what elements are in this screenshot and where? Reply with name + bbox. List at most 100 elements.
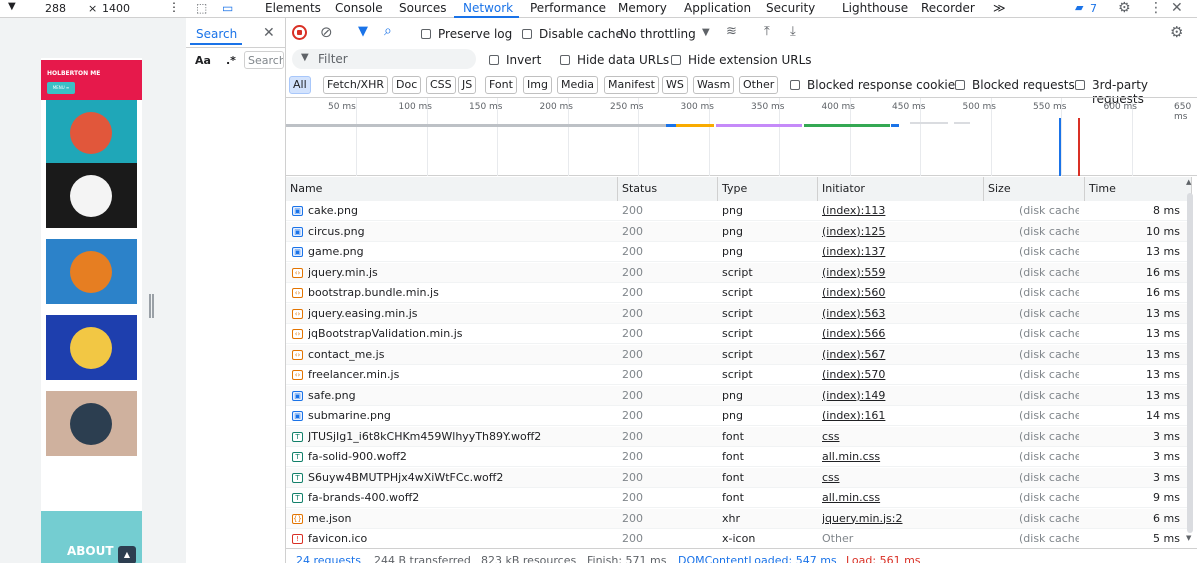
tile-game[interactable] bbox=[46, 239, 137, 304]
request-row[interactable]: ▣ safe.png 200 png (index):149 (disk cache) 13… bbox=[286, 385, 1192, 406]
cell-initiator[interactable]: (index):567 bbox=[822, 345, 978, 365]
tab-network[interactable]: Network bbox=[463, 1, 513, 15]
cell-name[interactable]: jquery.easing.min.js bbox=[308, 304, 608, 324]
cell-initiator[interactable]: (index):566 bbox=[822, 324, 978, 344]
scroll-top-button[interactable]: ▲ bbox=[118, 546, 136, 563]
scroll-down-icon[interactable]: ▼ bbox=[1186, 534, 1191, 542]
tab-application[interactable]: Application bbox=[684, 1, 751, 15]
cell-name[interactable]: cake.png bbox=[308, 201, 608, 221]
network-settings-icon[interactable]: ⚙ bbox=[1170, 23, 1183, 41]
kebab-icon[interactable]: ⋮ bbox=[1149, 0, 1163, 16]
request-row[interactable]: T JTUSjIg1_i6t8kCHKm459WlhyyTh89Y.woff2 20… bbox=[286, 426, 1192, 447]
table-scrollbar[interactable]: ▲ ▼ bbox=[1186, 178, 1194, 543]
cell-initiator[interactable]: (index):113 bbox=[822, 201, 978, 221]
filter-icon[interactable]: ▼ bbox=[358, 24, 368, 39]
type-filter-other[interactable]: Other bbox=[739, 76, 779, 94]
request-row[interactable]: Tfa-solid-900.woff2 200 font all.min.css (di… bbox=[286, 447, 1192, 467]
clear-icon[interactable]: ⊘ bbox=[320, 23, 333, 41]
cell-initiator[interactable]: all.min.css bbox=[822, 447, 978, 467]
cell-name[interactable]: fa-solid-900.woff2 bbox=[308, 447, 608, 467]
type-filter-img[interactable]: Img bbox=[523, 76, 552, 94]
request-row[interactable]: ‹› freelancer.min.js 200 script (index):570 (… bbox=[286, 365, 1192, 385]
cell-name[interactable]: favicon.ico bbox=[308, 529, 608, 548]
preserve-log-checkbox[interactable] bbox=[421, 29, 431, 39]
col-header-initiator[interactable]: Initiator bbox=[818, 177, 984, 201]
cell-name[interactable]: jqBootstrapValidation.min.js bbox=[308, 324, 608, 344]
type-filter-js[interactable]: JS bbox=[458, 76, 477, 94]
col-header-status[interactable]: Status bbox=[618, 177, 718, 201]
cell-initiator[interactable]: (index):161 bbox=[822, 406, 978, 426]
request-row[interactable]: ▣ submarine.png 200 png (index):161 (disk cac… bbox=[286, 406, 1192, 426]
request-row[interactable]: ‹› jquery.min.js 200 script (index):559 (disk… bbox=[286, 262, 1192, 283]
close-devtools-icon[interactable]: ✕ bbox=[1171, 0, 1183, 16]
device-toggle-icon[interactable]: ▭ bbox=[222, 1, 233, 15]
cell-name[interactable]: game.png bbox=[308, 242, 608, 262]
more-icon[interactable]: ⋮ bbox=[168, 0, 180, 14]
third-party-requests-checkbox[interactable] bbox=[1075, 80, 1085, 90]
cell-initiator[interactable]: (index):125 bbox=[822, 222, 978, 242]
search-pane-title[interactable]: Search bbox=[196, 27, 237, 41]
scrollbar-thumb[interactable] bbox=[1187, 193, 1193, 533]
cell-name[interactable]: JTUSjIg1_i6t8kCHKm459WlhyyTh89Y.woff2 bbox=[308, 427, 608, 447]
filter-input[interactable]: ▼ Filter bbox=[292, 49, 476, 69]
more-tabs-icon[interactable]: ≫ bbox=[993, 1, 1006, 15]
disable-cache-checkbox[interactable] bbox=[522, 29, 532, 39]
type-filter-ws[interactable]: WS bbox=[662, 76, 688, 94]
inspect-icon[interactable]: ⬚ bbox=[196, 1, 207, 15]
cell-initiator[interactable]: css bbox=[822, 427, 978, 447]
timeline-overview[interactable]: 50 ms 100 ms 150 ms 200 ms 250 ms 300 ms 350 m… bbox=[286, 97, 1197, 176]
tab-security[interactable]: Security bbox=[766, 1, 815, 15]
type-filter-doc[interactable]: Doc bbox=[392, 76, 422, 94]
upload-icon[interactable]: ⤒ bbox=[764, 24, 770, 39]
scroll-up-icon[interactable]: ▲ bbox=[1186, 178, 1191, 186]
col-header-type[interactable]: Type bbox=[718, 177, 818, 201]
cell-name[interactable]: circus.png bbox=[308, 222, 608, 242]
request-row[interactable]: ▣ cake.png 200 png (index):113 (disk cache) 8 … bbox=[286, 201, 1192, 221]
record-button[interactable] bbox=[292, 25, 307, 40]
cell-name[interactable]: bootstrap.bundle.min.js bbox=[308, 283, 608, 303]
request-row[interactable]: ▣ game.png 200 png (index):137 (disk cache) 13… bbox=[286, 242, 1192, 262]
cell-initiator[interactable]: (index):137 bbox=[822, 242, 978, 262]
match-case-toggle[interactable]: Aa bbox=[195, 54, 211, 67]
cell-initiator[interactable]: (index):570 bbox=[822, 365, 978, 385]
regex-toggle[interactable]: .* bbox=[226, 54, 236, 67]
cell-name[interactable]: safe.png bbox=[308, 386, 608, 406]
chevron-down-icon[interactable]: ▼ bbox=[702, 27, 710, 38]
download-icon[interactable]: ⤓ bbox=[790, 24, 796, 39]
blocked-response-cookies-checkbox[interactable] bbox=[790, 80, 800, 90]
tab-sources[interactable]: Sources bbox=[399, 1, 446, 15]
device-width-input[interactable]: 288 bbox=[45, 2, 66, 15]
cell-name[interactable]: contact_me.js bbox=[308, 345, 608, 365]
cell-initiator[interactable]: all.min.css bbox=[822, 488, 978, 508]
type-filter-css[interactable]: CSS bbox=[426, 76, 456, 94]
tile-circus[interactable] bbox=[46, 163, 137, 228]
cell-initiator[interactable]: (index):149 bbox=[822, 386, 978, 406]
cell-name[interactable]: fa-brands-400.woff2 bbox=[308, 488, 608, 508]
request-row[interactable]: ! favicon.ico 200 x-icon Other (disk cache) 5 … bbox=[286, 529, 1192, 548]
request-row[interactable]: ▣ circus.png 200 png (index):125 (disk cache)… bbox=[286, 221, 1192, 242]
cell-name[interactable]: submarine.png bbox=[308, 406, 608, 426]
cell-initiator[interactable]: css bbox=[822, 468, 978, 488]
tab-performance[interactable]: Performance bbox=[530, 1, 606, 15]
request-row[interactable]: ‹› contact_me.js 200 script (index):567 (disk… bbox=[286, 344, 1192, 365]
device-height-input[interactable]: 1400 bbox=[102, 2, 130, 15]
invert-checkbox[interactable] bbox=[489, 55, 499, 65]
tile-safe[interactable] bbox=[46, 315, 137, 380]
type-filter-fetch-xhr[interactable]: Fetch/XHR bbox=[323, 76, 388, 94]
cell-name[interactable]: me.json bbox=[308, 509, 608, 529]
throttling-select[interactable]: No throttling bbox=[620, 27, 696, 41]
type-filter-all[interactable]: All bbox=[289, 76, 311, 94]
cell-initiator[interactable]: jquery.min.js:2 bbox=[822, 509, 978, 529]
cell-initiator[interactable]: Other bbox=[822, 529, 978, 548]
request-row[interactable]: ‹› jqBootstrapValidation.min.js 200 script (… bbox=[286, 324, 1192, 344]
device-menu-icon[interactable]: ▼ bbox=[8, 1, 16, 12]
search-network-icon[interactable]: ⌕ bbox=[384, 23, 392, 39]
device-screen[interactable]: HOLBERTON ME MENU ≡ ABOUT ▲ bbox=[41, 58, 142, 563]
hide-data-urls-checkbox[interactable] bbox=[560, 55, 570, 65]
blocked-requests-checkbox[interactable] bbox=[955, 80, 965, 90]
col-header-size[interactable]: Size bbox=[984, 177, 1085, 201]
tab-memory[interactable]: Memory bbox=[618, 1, 667, 15]
tab-recorder[interactable]: Recorder bbox=[921, 1, 975, 15]
cell-name[interactable]: jquery.min.js bbox=[308, 263, 608, 283]
issues-icon[interactable]: ▰ bbox=[1075, 1, 1083, 14]
